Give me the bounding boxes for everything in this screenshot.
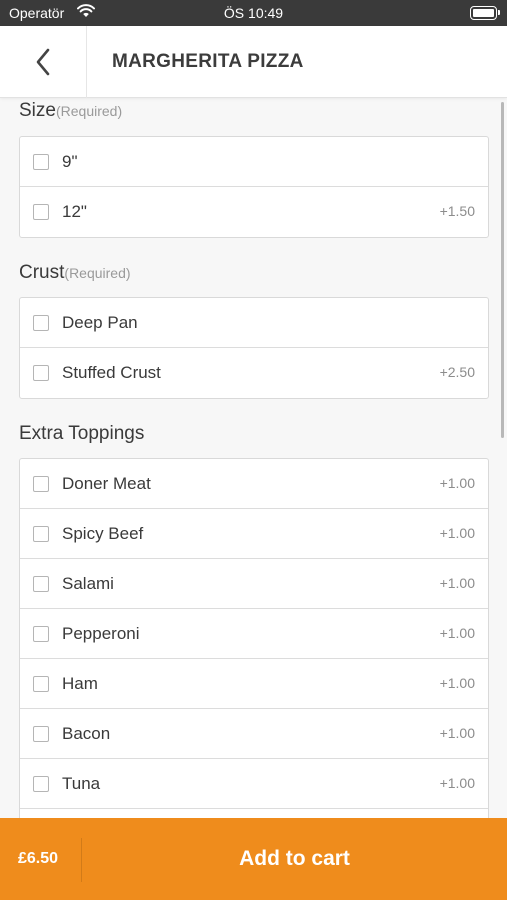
option-price: +1.00 [439,525,475,541]
nav-bar: MARGHERITA PIZZA [0,26,507,98]
option-row[interactable]: Ham +1.00 [20,659,488,709]
option-price: +1.50 [439,203,475,219]
option-row[interactable]: Spicy Beef +1.00 [20,509,488,559]
checkbox[interactable] [33,726,49,742]
option-row[interactable] [20,809,488,818]
clock: ÖS 10:49 [223,5,284,21]
option-price: +1.00 [439,575,475,591]
checkbox[interactable] [33,626,49,642]
option-label: Pepperoni [62,624,140,643]
option-price: +1.00 [439,675,475,691]
checkbox[interactable] [33,204,49,220]
option-price: +1.00 [439,475,475,491]
status-bar: Operatör ÖS 10:49 [0,0,507,26]
battery-icon [470,6,500,20]
option-row[interactable]: Bacon +1.00 [20,709,488,759]
option-row[interactable]: Tuna +1.00 [20,759,488,809]
option-label: 12" [62,202,87,221]
checkbox[interactable] [33,526,49,542]
checkbox[interactable] [33,154,49,170]
option-group-extra-toppings: Doner Meat +1.00 Spicy Beef +1.00 Salami +1… [19,458,489,818]
option-price: +2.50 [439,364,475,380]
option-group-size: 9" 12" +1.50 [19,136,489,238]
checkbox[interactable] [33,776,49,792]
option-label: Salami [62,574,114,593]
checkbox[interactable] [33,476,49,492]
total-price: £6.50 [18,850,59,867]
required-label: (Required) [64,265,131,281]
option-price: +1.00 [439,625,475,641]
option-group-crust: Deep Pan Stuffed Crust +2.50 [19,297,489,399]
option-label: Bacon [62,724,111,743]
option-label: Tuna [62,774,101,793]
option-label: Deep Pan [62,313,138,332]
option-row[interactable]: Stuffed Crust +2.50 [20,348,488,398]
section-header-size: Size(Required) [19,100,122,122]
option-row[interactable]: Pepperoni +1.00 [20,609,488,659]
section-header-extra-toppings: Extra Toppings [19,423,144,445]
section-title: Extra Toppings [19,423,145,444]
checkbox[interactable] [33,676,49,692]
scroll-indicator[interactable] [501,102,504,438]
checkbox[interactable] [33,576,49,592]
option-label: Ham [62,674,98,693]
option-label: 9" [62,152,78,171]
option-row[interactable]: Deep Pan [20,298,488,348]
option-row[interactable]: 12" +1.50 [20,187,488,237]
option-price: +1.00 [439,725,475,741]
option-label: Doner Meat [62,474,151,493]
section-header-crust: Crust(Required) [19,262,131,284]
page-title: MARGHERITA PIZZA [112,51,304,72]
required-label: (Required) [55,103,123,119]
option-row[interactable]: Salami +1.00 [20,559,488,609]
chevron-left-icon [36,48,50,76]
option-label: Stuffed Crust [62,363,161,382]
option-row[interactable]: Doner Meat +1.00 [20,459,488,509]
option-label: Spicy Beef [62,524,144,543]
add-to-cart-button[interactable]: Add to cart [82,818,507,900]
section-title: Size [19,100,56,121]
option-price: +1.00 [439,775,475,791]
back-button[interactable] [0,26,87,98]
options-list[interactable]: Size(Required) 9" 12" +1.50 Crust(Require… [0,98,507,818]
section-title: Crust [19,262,65,283]
option-row[interactable]: 9" [20,137,488,187]
footer-bar: £6.50 Add to cart [0,818,507,900]
checkbox[interactable] [33,365,49,381]
checkbox[interactable] [33,315,49,331]
